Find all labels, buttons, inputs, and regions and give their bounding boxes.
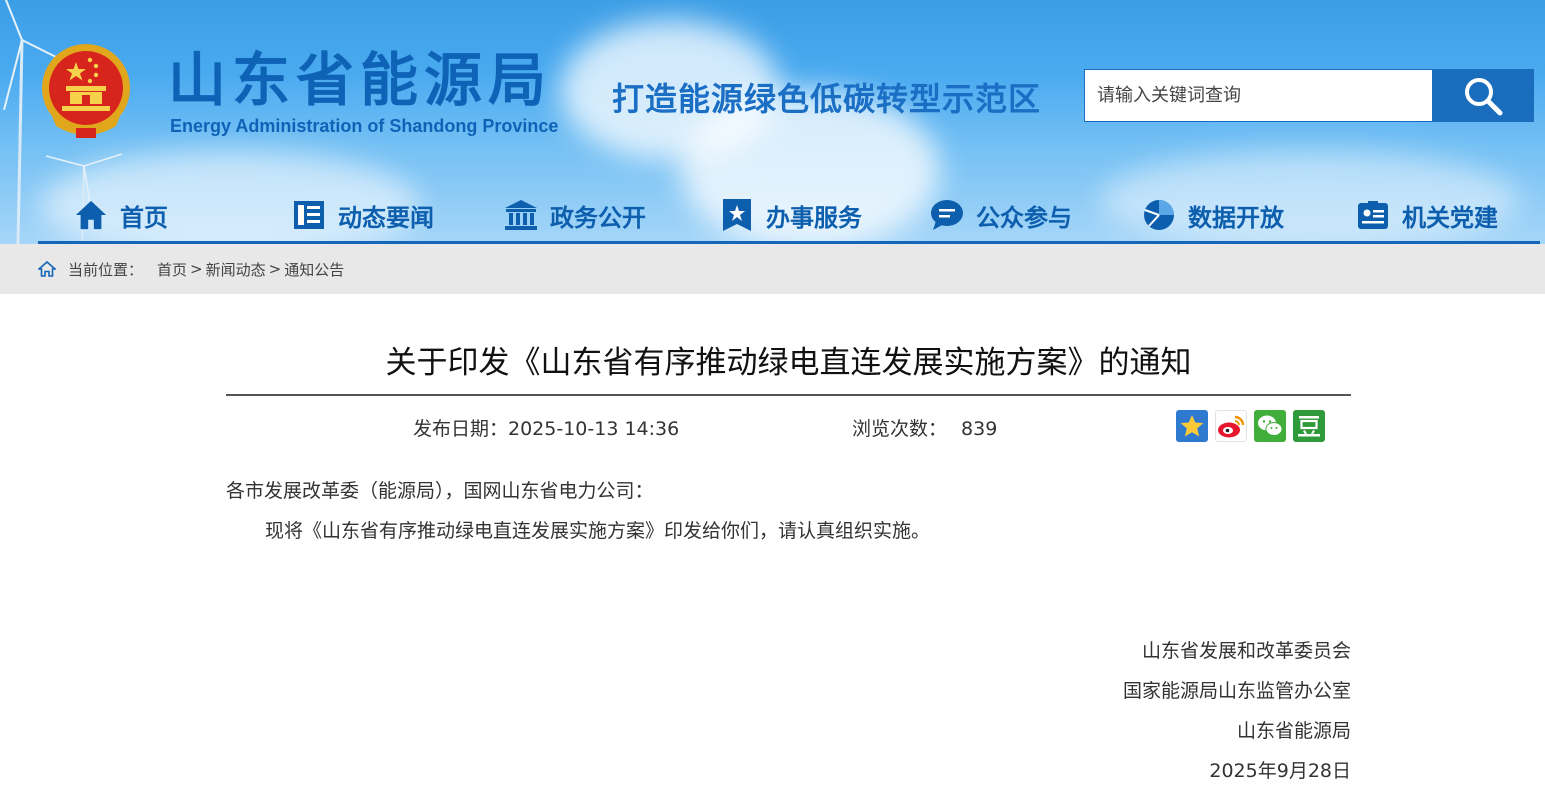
nav-item-home[interactable]: 首页 (74, 188, 168, 242)
search-button[interactable] (1432, 70, 1533, 121)
nav-label: 机关党建 (1402, 203, 1498, 232)
search-input[interactable] (1085, 70, 1432, 121)
article-title: 关于印发《山东省有序推动绿电直连发展实施方案》的通知 (385, 345, 1192, 381)
view-count-label: 浏览次数： (852, 418, 948, 440)
nav-label: 政务公开 (550, 203, 646, 232)
douban-icon[interactable] (1293, 410, 1325, 442)
nav-item-participation[interactable]: 公众参与 (930, 188, 1072, 242)
pie-chart-icon (1142, 198, 1176, 232)
wechat-icon[interactable] (1254, 410, 1286, 442)
view-count: 浏览次数： 839 (852, 414, 997, 441)
nav-label: 数据开放 (1188, 203, 1284, 232)
breadcrumb-link-home[interactable]: 首页 (157, 259, 187, 280)
publish-date: 发布日期：2025-10-13 14:36 (413, 418, 680, 440)
share-buttons (1176, 410, 1325, 442)
national-emblem-icon (42, 44, 130, 138)
nav-label: 办事服务 (766, 203, 862, 232)
salutation: 各市发展改革委（能源局），国网山东省电力公司： (226, 480, 654, 502)
site-slogan: 打造能源绿色低碳转型示范区 (612, 80, 1042, 118)
chat-bubble-icon (930, 198, 964, 232)
nav-item-open-data[interactable]: 数据开放 (1142, 188, 1284, 242)
government-building-icon (504, 198, 538, 232)
house-icon (74, 198, 108, 232)
qzone-star-icon[interactable] (1176, 410, 1208, 442)
nav-label: 首页 (120, 203, 168, 232)
breadcrumb-link-news[interactable]: 新闻动态 (206, 259, 266, 280)
article-body: 现将《山东省有序推动绿电直连发展实施方案》印发给你们，请认真组织实施。 (265, 520, 931, 542)
site-header: 山东省能源局 Energy Administration of Shandong… (0, 0, 1545, 244)
newspaper-icon (292, 198, 326, 232)
weibo-icon[interactable] (1215, 410, 1247, 442)
breadcrumb-separator: > (190, 260, 203, 278)
signature-line: 山东省发展和改革委员会 (1141, 640, 1351, 662)
breadcrumb: 当前位置： 首页 > 新闻动态 > 通知公告 (38, 244, 344, 294)
nav-label: 公众参与 (976, 203, 1072, 232)
nav-item-news[interactable]: 动态要闻 (292, 188, 434, 242)
home-icon (38, 261, 56, 277)
main-nav: 首页 动态要闻 政务公开 办事服务 公众参与 数据开放 机关党建 (38, 188, 1540, 244)
breadcrumb-separator: > (268, 260, 282, 278)
nav-item-gov-affairs[interactable]: 政务公开 (504, 188, 646, 242)
view-count-value: 839 (961, 418, 998, 440)
nav-label: 动态要闻 (338, 203, 434, 232)
signature-line: 国家能源局山东监管办公室 (1122, 680, 1351, 702)
breadcrumb-label: 当前位置： (68, 260, 144, 279)
site-title-cn: 山东省能源局 (168, 46, 553, 114)
nav-item-party-building[interactable]: 机关党建 (1356, 188, 1498, 242)
nav-item-services[interactable]: 办事服务 (720, 188, 862, 242)
signature-date: 2025年9月28日 (1209, 760, 1351, 782)
star-bookmark-icon (720, 198, 754, 232)
breadcrumb-link-notices[interactable]: 通知公告 (284, 259, 344, 280)
search-box (1084, 69, 1534, 122)
magnifier-icon (1464, 77, 1502, 115)
title-divider (226, 394, 1351, 396)
site-title-en: Energy Administration of Shandong Provin… (170, 116, 559, 136)
breadcrumb-bar: 当前位置： 首页 > 新闻动态 > 通知公告 (0, 244, 1545, 294)
id-card-icon (1356, 198, 1390, 232)
signature-line: 山东省能源局 (1236, 720, 1351, 742)
